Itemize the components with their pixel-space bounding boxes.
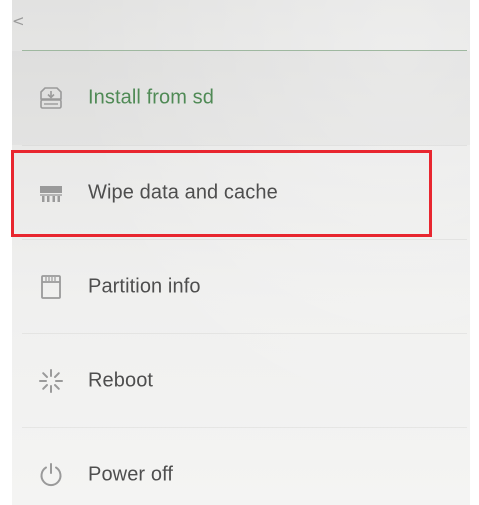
- menu-item-reboot[interactable]: Reboot: [12, 334, 470, 428]
- sd-card-icon: [38, 274, 64, 300]
- power-icon: [38, 462, 64, 488]
- menu-label-partition-info: Partition info: [88, 275, 201, 298]
- menu-label-reboot: Reboot: [88, 369, 154, 392]
- menu-item-partition-info[interactable]: Partition info: [12, 240, 470, 334]
- wipe-drive-icon: [38, 180, 64, 206]
- back-button[interactable]: <: [12, 4, 42, 38]
- recovery-screen: < Install from sd Wipe data and cache Pa…: [12, 0, 470, 505]
- menu-label-install-from-sd: Install from sd: [88, 86, 214, 109]
- menu-label-wipe-data-and-cache: Wipe data and cache: [88, 181, 278, 204]
- install-sd-icon: [38, 85, 64, 111]
- menu-item-wipe-data-and-cache[interactable]: Wipe data and cache: [12, 146, 470, 240]
- menu-item-power-off[interactable]: Power off: [12, 428, 470, 505]
- menu-label-power-off: Power off: [88, 463, 174, 486]
- reboot-spinner-icon: [38, 368, 64, 394]
- menu-item-install-from-sd[interactable]: Install from sd: [12, 51, 470, 145]
